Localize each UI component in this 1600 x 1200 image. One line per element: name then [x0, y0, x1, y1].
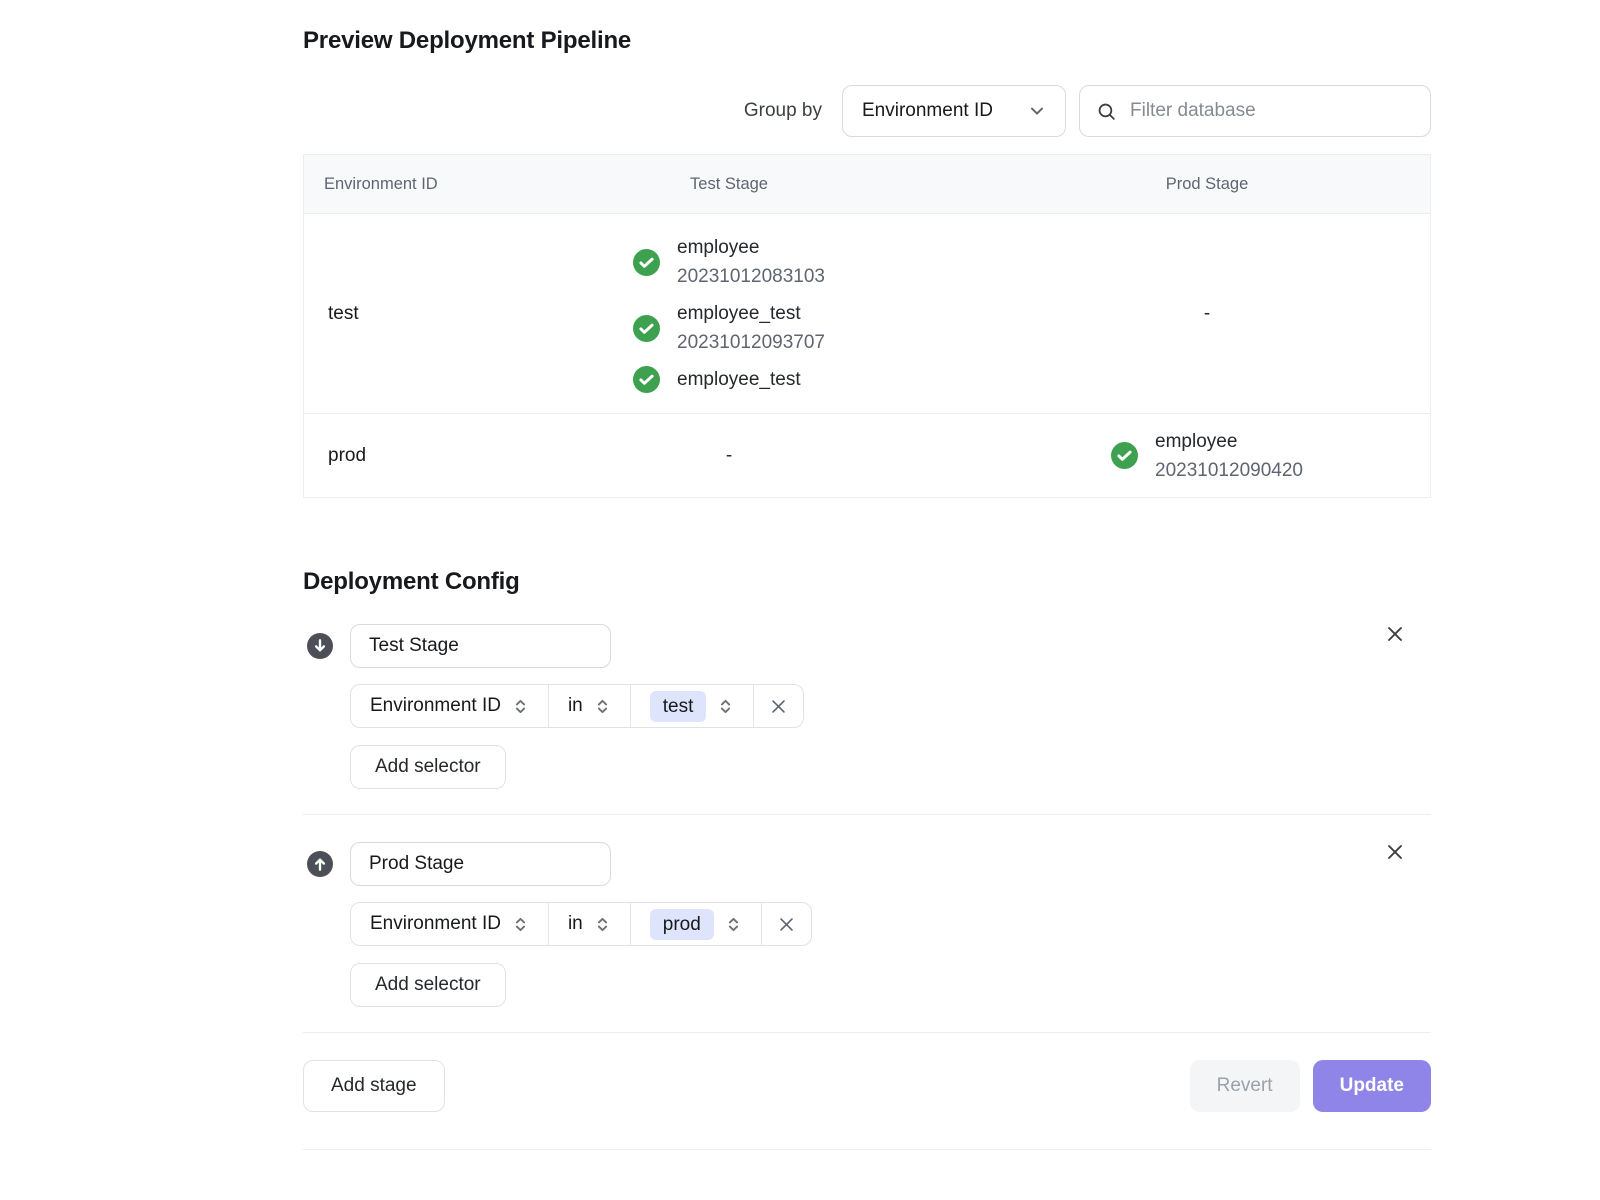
selector-operator-select[interactable]: in: [548, 903, 630, 945]
updown-chevrons-icon: [512, 916, 529, 933]
selector-value-select[interactable]: test: [630, 685, 754, 727]
selector-value-tag: prod: [650, 909, 714, 940]
prod-stage-cell: employee 20231012090420: [984, 414, 1430, 497]
stage-name-input[interactable]: [350, 624, 611, 668]
remove-selector-button[interactable]: [761, 903, 811, 945]
schema-version: 20231012083103: [677, 262, 825, 291]
close-icon: [777, 915, 796, 934]
status-success-icon: [633, 315, 660, 342]
environment-id-cell: prod: [304, 414, 474, 497]
selector-operator-value: in: [568, 695, 583, 717]
deployment-config-title: Deployment Config: [303, 566, 1431, 598]
search-icon: [1096, 101, 1117, 122]
chevron-down-icon: [1028, 102, 1046, 120]
test-stage-cell: -: [474, 414, 984, 497]
database-name: employee: [1155, 427, 1303, 456]
table-row-test: test employee 20231012083103: [304, 213, 1430, 413]
schema-version: 20231012093707: [677, 328, 825, 357]
status-success-icon: [633, 249, 660, 276]
stage-divider: [303, 814, 1431, 815]
stage-header: [303, 624, 1431, 668]
empty-stage-placeholder: -: [1204, 303, 1210, 325]
selector-field-select[interactable]: Environment ID: [351, 685, 548, 727]
selector-field-value: Environment ID: [370, 913, 501, 935]
add-selector-button[interactable]: Add selector: [350, 963, 506, 1007]
page-title: Preview Deployment Pipeline: [303, 25, 1431, 57]
table-row-prod: prod - employee 20231012090420: [304, 413, 1430, 497]
table-controls: Group by Environment ID: [303, 85, 1431, 137]
close-icon: [769, 697, 788, 716]
selector-operator-value: in: [568, 913, 583, 935]
status-success-icon: [1111, 442, 1138, 469]
group-by-dropdown[interactable]: Environment ID: [842, 85, 1066, 137]
selector-group: Environment ID in prod: [350, 902, 812, 946]
updown-chevrons-icon: [594, 916, 611, 933]
updown-chevrons-icon: [725, 916, 742, 933]
deployment-item: employee 20231012083103: [633, 233, 825, 291]
group-by-label: Group by: [744, 100, 822, 122]
add-stage-button[interactable]: Add stage: [303, 1060, 445, 1112]
pipeline-table: Environment ID Test Stage Prod Stage tes…: [303, 154, 1431, 498]
group-by-value: Environment ID: [862, 100, 993, 122]
column-header-environment-id: Environment ID: [304, 175, 474, 194]
deployment-item: employee 20231012090420: [1111, 427, 1303, 485]
selector-field-value: Environment ID: [370, 695, 501, 717]
stage-name-input[interactable]: [350, 842, 611, 886]
stage-config-prod: Environment ID in prod: [303, 842, 1431, 1007]
remove-selector-button[interactable]: [753, 685, 803, 727]
arrow-down-circle-icon: [307, 633, 333, 659]
database-filter: [1079, 85, 1431, 137]
content: Preview Deployment Pipeline Group by Env…: [303, 0, 1431, 1150]
footer-divider: [303, 1032, 1431, 1033]
update-button[interactable]: Update: [1313, 1060, 1431, 1112]
selector-value-select[interactable]: prod: [630, 903, 761, 945]
footer-actions: Add stage Revert Update: [303, 1060, 1431, 1112]
remove-stage-button[interactable]: [1381, 838, 1409, 866]
arrow-up-circle-icon: [307, 851, 333, 877]
page: Preview Deployment Pipeline Group by Env…: [0, 0, 1600, 1200]
column-header-prod-stage: Prod Stage: [984, 175, 1430, 194]
selector-value-tag: test: [650, 691, 707, 722]
selector-group: Environment ID in test: [350, 684, 804, 728]
close-icon: [1385, 624, 1405, 644]
add-selector-button[interactable]: Add selector: [350, 745, 506, 789]
stage-header: [303, 842, 1431, 886]
environment-id-cell: test: [304, 214, 474, 413]
bottom-divider: [303, 1149, 1431, 1150]
deployment-item: employee_test 20231012093707: [633, 299, 825, 357]
database-name: employee_test: [677, 365, 801, 394]
close-icon: [1385, 842, 1405, 862]
updown-chevrons-icon: [512, 698, 529, 715]
selector-operator-select[interactable]: in: [548, 685, 630, 727]
test-stage-cell: employee 20231012083103 employee_test 20…: [474, 214, 984, 413]
remove-stage-button[interactable]: [1381, 620, 1409, 648]
status-success-icon: [633, 366, 660, 393]
database-name: employee: [677, 233, 825, 262]
empty-stage-placeholder: -: [726, 445, 732, 467]
selector-row: Environment ID in prod: [350, 902, 1431, 946]
footer-right-actions: Revert Update: [1190, 1060, 1431, 1112]
database-name: employee_test: [677, 299, 825, 328]
prod-stage-cell: -: [984, 214, 1430, 413]
selector-field-select[interactable]: Environment ID: [351, 903, 548, 945]
updown-chevrons-icon: [717, 698, 734, 715]
revert-button[interactable]: Revert: [1190, 1060, 1300, 1112]
selector-row: Environment ID in test: [350, 684, 1431, 728]
database-filter-input[interactable]: [1128, 99, 1414, 123]
deployment-item: employee_test: [633, 365, 825, 394]
stage-config-test: Environment ID in test: [303, 624, 1431, 789]
pipeline-table-header: Environment ID Test Stage Prod Stage: [304, 155, 1430, 213]
updown-chevrons-icon: [594, 698, 611, 715]
column-header-test-stage: Test Stage: [474, 175, 984, 194]
schema-version: 20231012090420: [1155, 456, 1303, 485]
